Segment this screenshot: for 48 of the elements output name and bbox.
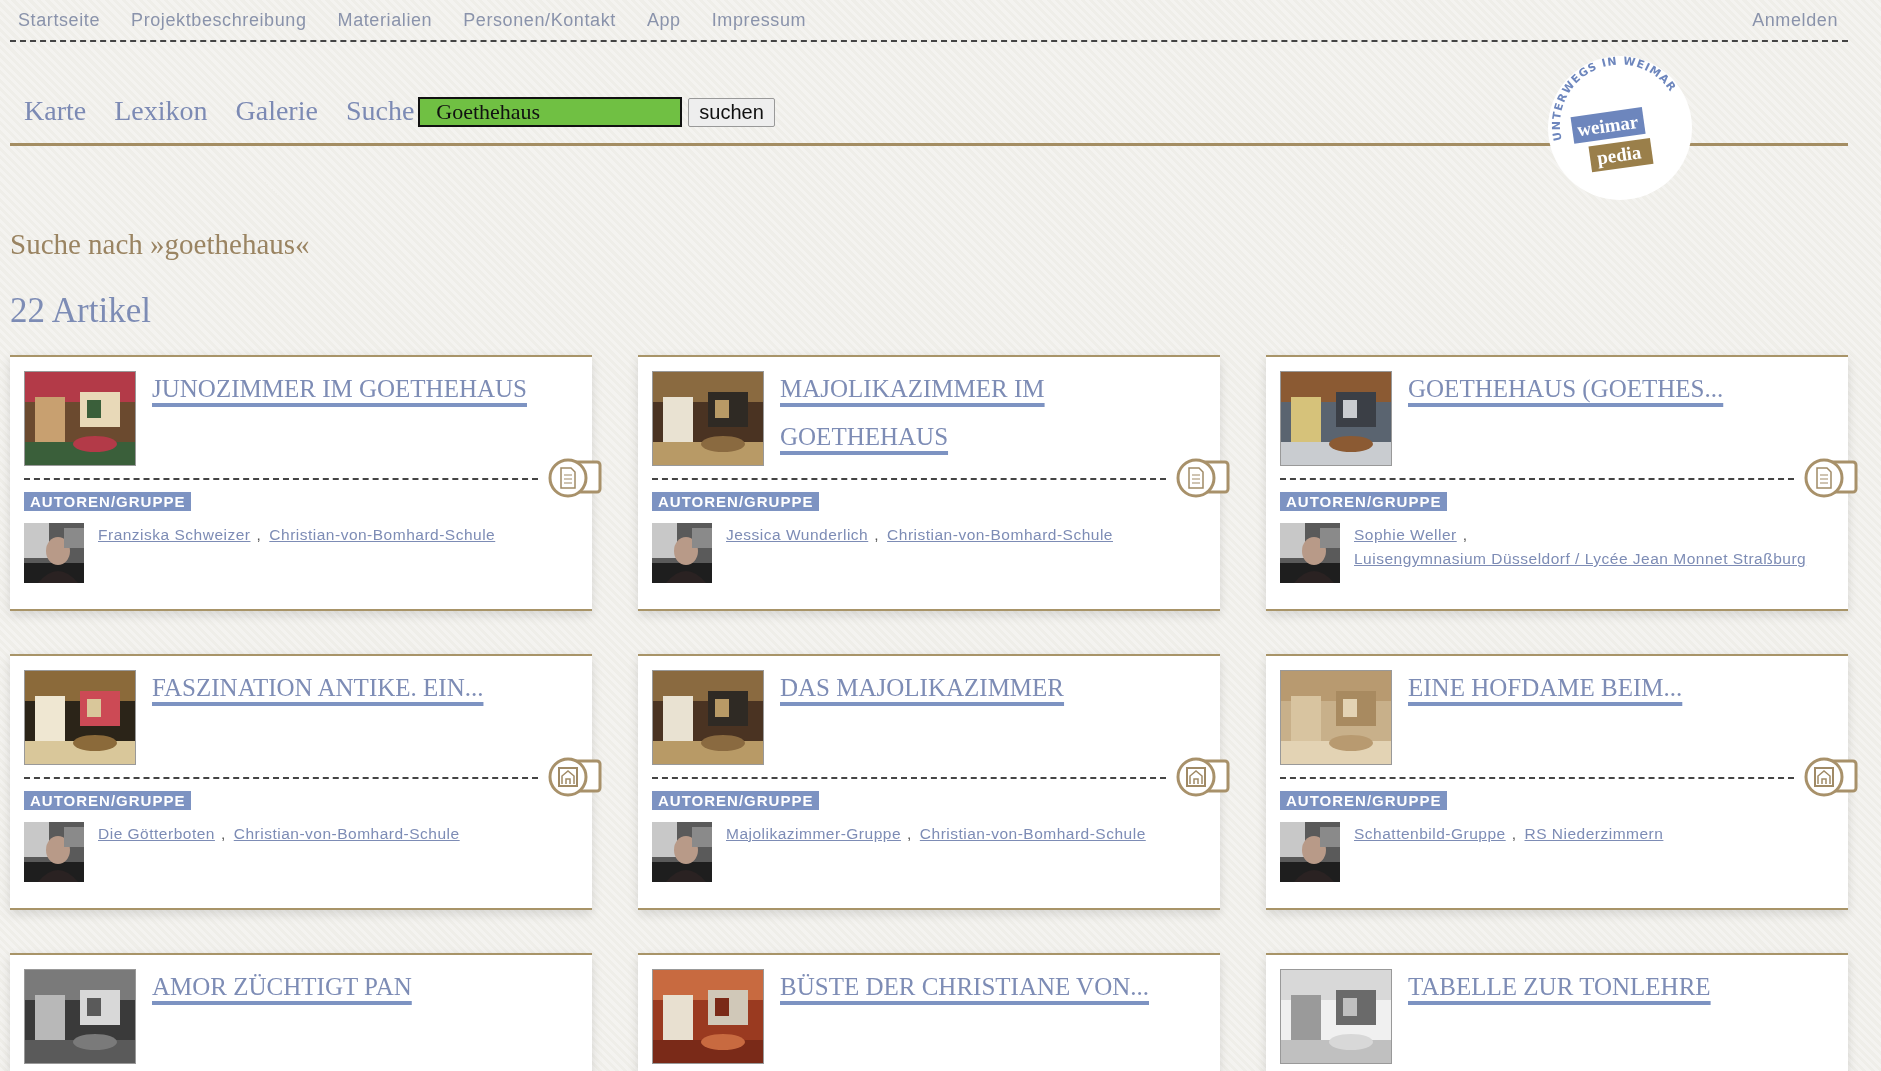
search-field[interactable]: Goethehaus	[418, 97, 683, 127]
author-link[interactable]: Christian-von-Bomhard-Schule	[919, 822, 1146, 846]
article-title-link[interactable]: DAS MAJOLIKAZIMMER	[780, 664, 1065, 712]
article-title-link[interactable]: EINE HOFDAME BEIM...	[1408, 664, 1683, 712]
authors-label: AUTOREN/GRUPPE	[24, 791, 192, 810]
author-link[interactable]: Majolikazimmer-Gruppe	[726, 822, 901, 846]
author-link[interactable]: Luisengymnasium Düsseldorf / Lycée Jean Monnet Straßburg	[1354, 547, 1807, 571]
separator: ,	[874, 525, 880, 545]
author-link[interactable]: Franziska Schweizer	[98, 523, 251, 547]
author-link[interactable]: Jessica Wunderlich	[726, 523, 869, 547]
nav-link[interactable]: Startseite	[18, 9, 101, 31]
author-link[interactable]: Christian-von-Bomhard-Schule	[269, 523, 496, 547]
authors-label: AUTOREN/GRUPPE	[652, 791, 820, 810]
article-title-link[interactable]: MAJOLIKAZIMMER IM GOETHEHAUS	[780, 365, 1180, 461]
separator: ,	[220, 824, 226, 844]
nav-tab[interactable]: Galerie	[235, 95, 318, 127]
search-label: Suche	[345, 95, 415, 127]
search-button[interactable]: suchen	[688, 98, 775, 127]
article-title-link[interactable]: GOETHEHAUS (GOETHES...	[1408, 365, 1724, 413]
author-link[interactable]: Christian-von-Bomhard-Schule	[233, 822, 460, 846]
nav-tab[interactable]: Lexikon	[114, 95, 208, 127]
author-link[interactable]: Christian-von-Bomhard-Schule	[887, 523, 1113, 547]
result-count: 22 Artikel	[10, 291, 152, 331]
search-heading: Suche nach »goethehaus«	[10, 228, 311, 261]
article-title-link[interactable]: TABELLE ZUR TONLEHRE	[1408, 963, 1711, 1011]
nav-link[interactable]: Personen/Kontakt	[463, 9, 616, 31]
login-link[interactable]: Anmelden	[1752, 9, 1838, 31]
author-link[interactable]: RS Niederzimmern	[1524, 822, 1664, 846]
nav-link[interactable]: Materialien	[337, 9, 433, 31]
nav-tab[interactable]: Karte	[24, 95, 87, 127]
nav-link[interactable]: Impressum	[711, 9, 807, 31]
authors-label: AUTOREN/GRUPPE	[24, 492, 192, 511]
authors-label: AUTOREN/GRUPPE	[1280, 492, 1448, 511]
separator: ,	[1462, 525, 1468, 545]
separator: ,	[256, 525, 262, 545]
article-title-link[interactable]: AMOR ZÜCHTIGT PAN	[152, 963, 412, 1011]
separator: ,	[1511, 824, 1517, 844]
nav-link[interactable]: Projektbeschreibung	[131, 9, 307, 31]
article-title-link[interactable]: JUNOZIMMER IM GOETHEHAUS	[152, 365, 527, 413]
author-link[interactable]: Die Götterboten	[98, 822, 215, 846]
authors-label: AUTOREN/GRUPPE	[652, 492, 820, 511]
nav-link[interactable]: App	[646, 9, 681, 31]
separator: ,	[907, 824, 912, 844]
authors-label: AUTOREN/GRUPPE	[1280, 791, 1448, 810]
article-title-link[interactable]: BÜSTE DER CHRISTIANE VON...	[780, 963, 1149, 1011]
article-title-link[interactable]: FASZINATION ANTIKE. EIN...	[152, 664, 484, 712]
author-link[interactable]: Schattenbild-Gruppe	[1354, 822, 1506, 846]
author-link[interactable]: Sophie Weller	[1354, 523, 1457, 547]
